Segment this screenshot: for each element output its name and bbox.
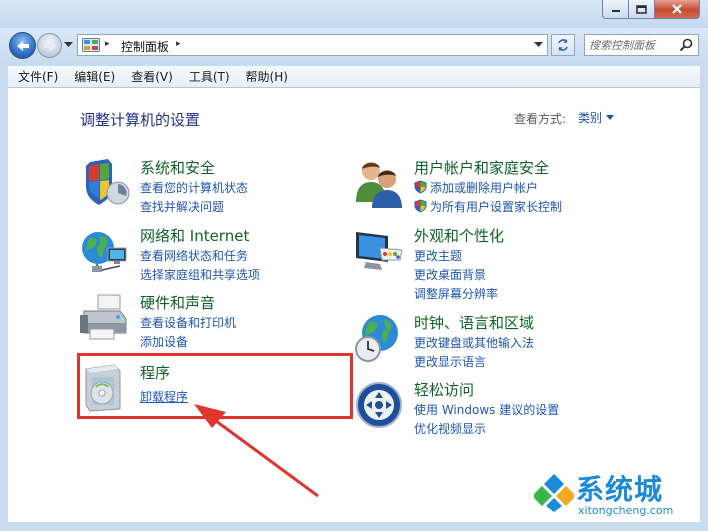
- link-view-network-status[interactable]: 查看网络状态和任务: [140, 247, 248, 264]
- category-title-appearance[interactable]: 外观和个性化: [414, 225, 504, 246]
- link-add-remove-accounts[interactable]: 添加或删除用户帐户: [414, 179, 538, 196]
- history-dropdown-icon[interactable]: [64, 42, 73, 48]
- view-by-dropdown[interactable]: 类别: [578, 109, 615, 126]
- watermark-text: 系统城: [576, 473, 664, 506]
- ease-of-access-icon[interactable]: [354, 380, 404, 430]
- globe-clock-icon[interactable]: [354, 313, 404, 363]
- breadcrumb-separator-end[interactable]: ▸: [176, 39, 181, 49]
- address-bar[interactable]: ▸ 控制面板 ▸: [77, 34, 548, 56]
- arrow-right-icon: [43, 40, 56, 51]
- shield-flag-icon[interactable]: [80, 158, 130, 208]
- menu-file[interactable]: 文件(F): [8, 68, 64, 85]
- uac-shield-icon: [414, 180, 427, 194]
- refresh-icon: [558, 39, 568, 51]
- link-change-background[interactable]: 更改桌面背景: [414, 266, 486, 283]
- menu-tools[interactable]: 工具(T): [179, 68, 236, 85]
- close-icon: [672, 4, 682, 14]
- refresh-button[interactable]: [551, 34, 575, 56]
- link-windows-suggested-settings[interactable]: 使用 Windows 建议的设置: [414, 401, 559, 418]
- maximize-button[interactable]: [629, 0, 655, 19]
- close-button[interactable]: [655, 0, 700, 19]
- link-parental-controls-label: 为所有用户设置家长控制: [430, 200, 563, 214]
- menu-help[interactable]: 帮助(H): [236, 68, 294, 85]
- arrow-left-icon: [16, 40, 29, 51]
- breadcrumb-separator[interactable]: ▸: [105, 39, 110, 49]
- link-add-remove-accounts-label: 添加或删除用户帐户: [430, 181, 539, 195]
- watermark-url: xitongcheng.com: [578, 504, 674, 517]
- category-title-system-security[interactable]: 系统和安全: [140, 157, 215, 178]
- menu-edit[interactable]: 编辑(E): [64, 68, 121, 85]
- category-title-clock-language[interactable]: 时钟、语言和区域: [414, 312, 534, 333]
- minimize-icon: [611, 10, 620, 12]
- network-globe-icon[interactable]: [80, 226, 130, 276]
- view-by-label: 查看方式:: [514, 112, 567, 126]
- search-icon[interactable]: [679, 38, 693, 52]
- link-change-theme[interactable]: 更改主题: [414, 247, 462, 264]
- minimize-button[interactable]: [602, 0, 629, 19]
- menu-view[interactable]: 查看(V): [121, 68, 179, 85]
- menu-bar: 文件(F) 编辑(E) 查看(V) 工具(T) 帮助(H): [8, 66, 700, 88]
- link-display-language[interactable]: 更改显示语言: [414, 353, 486, 370]
- monitor-palette-icon[interactable]: [354, 226, 404, 276]
- users-icon[interactable]: [354, 158, 404, 208]
- content-area: 调整计算机的设置 查看方式: 类别 系统和安全 查看您的计算机状态 查找并解决问…: [8, 88, 700, 522]
- title-bar: [0, 0, 708, 28]
- red-arrow-icon: [194, 404, 319, 498]
- search-box[interactable]: [584, 34, 699, 56]
- window-controls: [602, 0, 700, 19]
- breadcrumb-control-panel[interactable]: 控制面板: [121, 38, 169, 55]
- view-by-value: 类别: [578, 111, 603, 125]
- category-title-user-accounts[interactable]: 用户帐户和家庭安全: [414, 157, 549, 178]
- link-view-computer-status[interactable]: 查看您的计算机状态: [140, 179, 248, 196]
- chevron-down-icon: [606, 115, 615, 120]
- link-add-device[interactable]: 添加设备: [140, 333, 188, 350]
- category-title-network-internet[interactable]: 网络和 Internet: [140, 225, 249, 246]
- back-button[interactable]: [9, 32, 36, 59]
- watermark-logo-icon: [534, 474, 574, 512]
- control-panel-icon: [82, 38, 100, 52]
- uac-shield-icon: [414, 199, 427, 213]
- page-title: 调整计算机的设置: [80, 111, 201, 129]
- forward-button[interactable]: [37, 33, 62, 58]
- category-title-ease-of-access[interactable]: 轻松访问: [414, 379, 474, 400]
- link-parental-controls[interactable]: 为所有用户设置家长控制: [414, 198, 562, 215]
- address-dropdown-icon[interactable]: [534, 42, 543, 48]
- category-title-hardware-sound[interactable]: 硬件和声音: [140, 292, 215, 313]
- printer-icon[interactable]: [80, 293, 130, 343]
- link-optimize-video-display[interactable]: 优化视频显示: [414, 420, 486, 437]
- link-devices-printers[interactable]: 查看设备和打印机: [140, 314, 236, 331]
- watermark: 系统城 xitongcheng.com: [534, 468, 694, 520]
- link-find-fix-problems[interactable]: 查找并解决问题: [140, 198, 224, 215]
- link-keyboard-input[interactable]: 更改键盘或其他输入法: [414, 334, 534, 351]
- maximize-icon: [636, 4, 647, 14]
- link-screen-resolution[interactable]: 调整屏幕分辨率: [414, 285, 498, 302]
- search-input[interactable]: [589, 37, 675, 53]
- link-homegroup-sharing[interactable]: 选择家庭组和共享选项: [140, 266, 260, 283]
